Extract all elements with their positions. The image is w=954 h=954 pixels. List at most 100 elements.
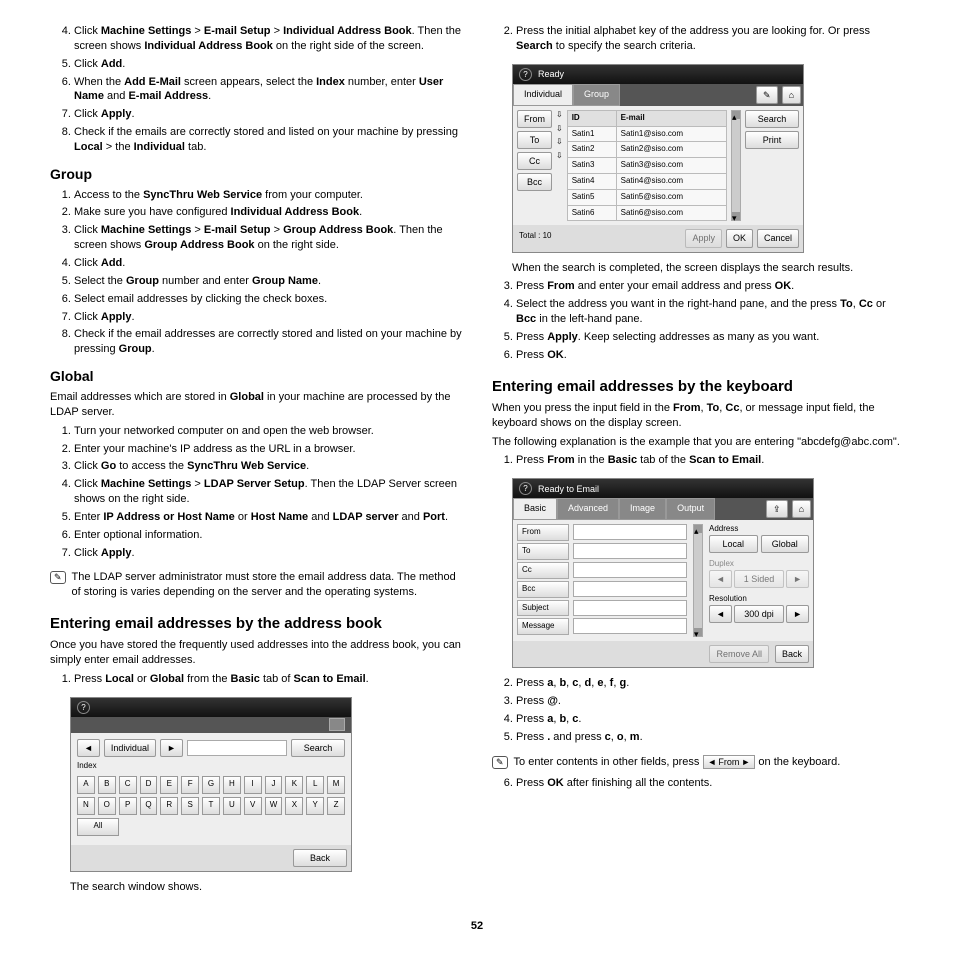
field-subject[interactable]: Subject	[517, 600, 569, 617]
prev-button[interactable]: ◄	[77, 739, 100, 757]
keyboard-p2: The following explanation is the example…	[492, 435, 904, 450]
bcc-button[interactable]: Bcc	[517, 173, 552, 191]
key-E[interactable]: E	[160, 776, 178, 794]
scroll-up[interactable]: ▴	[732, 111, 740, 119]
key-O[interactable]: O	[98, 797, 116, 815]
global-intro: Email addresses which are stored in Glob…	[50, 390, 462, 420]
apply-button[interactable]: Apply	[685, 229, 722, 247]
table-row[interactable]: Satin6Satin6@siso.com	[567, 205, 726, 221]
step-8: Check if the emails are correctly stored…	[74, 125, 462, 155]
home-icon[interactable]: ⌂	[792, 500, 811, 518]
help-icon: ?	[77, 701, 90, 714]
key-D[interactable]: D	[140, 776, 158, 794]
addrbook-intro: Once you have stored the frequently used…	[50, 638, 462, 668]
search-button[interactable]: Search	[291, 739, 345, 757]
to-button[interactable]: To	[517, 131, 552, 149]
field-to[interactable]: To	[517, 543, 569, 560]
key-I[interactable]: I	[244, 776, 262, 794]
tab-image[interactable]: Image	[619, 498, 666, 520]
res-next[interactable]: ►	[786, 605, 809, 623]
group-heading: Group	[50, 165, 462, 184]
page-number: 52	[50, 919, 904, 934]
remove-all-button[interactable]: Remove All	[709, 645, 769, 663]
tab-individual[interactable]: Individual	[513, 84, 573, 106]
table-row[interactable]: Satin3Satin3@siso.com	[567, 158, 726, 174]
key-M[interactable]: M	[327, 776, 345, 794]
key-C[interactable]: C	[119, 776, 137, 794]
back-button[interactable]: Back	[293, 849, 347, 867]
individual-button[interactable]: Individual	[104, 739, 156, 757]
note-icon: ✎	[492, 756, 508, 769]
table-row[interactable]: Satin5Satin5@siso.com	[567, 189, 726, 205]
step-4: Click Machine Settings > E-mail Setup > …	[74, 24, 462, 54]
table-row[interactable]: Satin4Satin4@siso.com	[567, 174, 726, 190]
tab-output[interactable]: Output	[666, 498, 715, 520]
key-R[interactable]: R	[160, 797, 178, 815]
home-icon	[329, 718, 345, 731]
field-bcc[interactable]: Bcc	[517, 581, 569, 598]
res-prev[interactable]: ◄	[709, 605, 732, 623]
screenshot-scan-to-email: ?Ready to Email BasicAdvancedImageOutput…	[512, 478, 814, 668]
from-inline-button: ◄ From ►	[703, 755, 756, 769]
addrbook-steps: Press Local or Global from the Basic tab…	[50, 672, 462, 687]
key-P[interactable]: P	[119, 797, 137, 815]
key-N[interactable]: N	[77, 797, 95, 815]
screenshot-search-keyboard: ? ◄ Individual ► Search Index ABCDEFGHIJ…	[70, 697, 352, 872]
key-H[interactable]: H	[223, 776, 241, 794]
back-button[interactable]: Back	[775, 645, 809, 663]
edit-icon[interactable]: ✎	[756, 86, 778, 104]
step-5: Click Add.	[74, 57, 462, 72]
key-U[interactable]: U	[223, 797, 241, 815]
field-message[interactable]: Message	[517, 618, 569, 635]
field-cc[interactable]: Cc	[517, 562, 569, 579]
individual-steps-continued: Click Machine Settings > E-mail Setup > …	[50, 24, 462, 155]
all-key[interactable]: All	[77, 818, 119, 836]
key-J[interactable]: J	[265, 776, 283, 794]
keyboard-steps-2-5: Press a, b, c, d, e, f, g. Press @. Pres…	[492, 676, 904, 744]
addrbook-heading: Entering email addresses by the address …	[50, 614, 462, 634]
right-steps-start: Press the initial alphabet key of the ad…	[492, 24, 904, 54]
keyboard-steps-1: Press From in the Basic tab of the Scan …	[492, 453, 904, 468]
from-button[interactable]: From	[517, 110, 552, 128]
help-icon: ?	[519, 482, 532, 495]
tab-basic[interactable]: Basic	[513, 498, 557, 520]
key-X[interactable]: X	[285, 797, 303, 815]
global-button[interactable]: Global	[761, 535, 810, 553]
tab-group[interactable]: Group	[573, 84, 620, 106]
key-F[interactable]: F	[181, 776, 199, 794]
key-T[interactable]: T	[202, 797, 220, 815]
key-S[interactable]: S	[181, 797, 199, 815]
cc-button[interactable]: Cc	[517, 152, 552, 170]
print-button[interactable]: Print	[745, 131, 799, 149]
address-table: IDE-mail Satin1Satin1@siso.comSatin2Sati…	[567, 110, 727, 222]
key-G[interactable]: G	[202, 776, 220, 794]
tab-advanced[interactable]: Advanced	[557, 498, 619, 520]
key-Y[interactable]: Y	[306, 797, 324, 815]
key-V[interactable]: V	[244, 797, 262, 815]
home-icon[interactable]: ⌂	[782, 86, 801, 104]
step-6: When the Add E-Mail screen appears, sele…	[74, 75, 462, 105]
upload-icon[interactable]: ⇪	[766, 500, 788, 518]
field-from[interactable]: From	[517, 524, 569, 541]
key-L[interactable]: L	[306, 776, 324, 794]
cancel-button[interactable]: Cancel	[757, 229, 799, 247]
key-K[interactable]: K	[285, 776, 303, 794]
key-Z[interactable]: Z	[327, 797, 345, 815]
ldap-note: ✎ The LDAP server administrator must sto…	[50, 570, 462, 600]
key-A[interactable]: A	[77, 776, 95, 794]
key-B[interactable]: B	[98, 776, 116, 794]
key-row-2: NOPQRSTUVWXYZ	[77, 797, 345, 815]
table-row[interactable]: Satin1Satin1@siso.com	[567, 126, 726, 142]
next-button[interactable]: ►	[160, 739, 183, 757]
key-W[interactable]: W	[265, 797, 283, 815]
group-steps: Access to the SyncThru Web Service from …	[50, 188, 462, 357]
local-button[interactable]: Local	[709, 535, 758, 553]
search-button[interactable]: Search	[745, 110, 799, 128]
table-row[interactable]: Satin2Satin2@siso.com	[567, 142, 726, 158]
global-heading: Global	[50, 367, 462, 386]
key-Q[interactable]: Q	[140, 797, 158, 815]
keyboard-p1: When you press the input field in the Fr…	[492, 401, 904, 431]
ok-button[interactable]: OK	[726, 229, 753, 247]
step-7: Click Apply.	[74, 107, 462, 122]
scroll-down[interactable]: ▾	[732, 212, 740, 220]
